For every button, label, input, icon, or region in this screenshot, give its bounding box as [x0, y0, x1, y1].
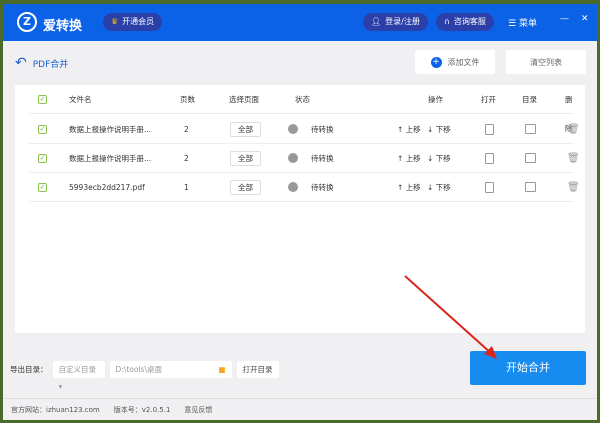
red-arrow-annotation: [0, 0, 600, 423]
